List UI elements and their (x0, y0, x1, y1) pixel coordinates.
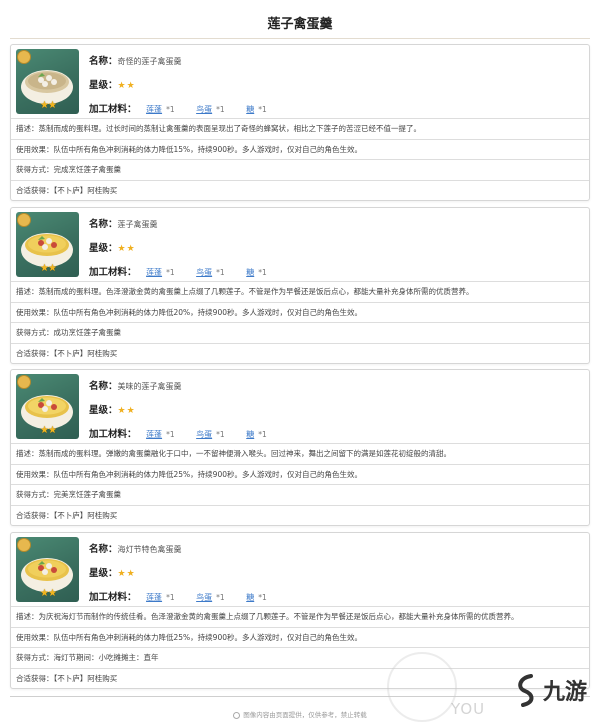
footer-notice: 图像内容由页面提供，仅供参考，禁止转载 (0, 709, 600, 719)
recipe-card: ★★ 名称：海灯节特色禽蛋羹 星级：★★ 加工材料： 莲蓬 *1 鸟蛋 *1 糖 *1… (10, 532, 590, 689)
material-qty: *1 (258, 268, 267, 277)
thumbnail-stars: ★★ (40, 425, 57, 436)
recipe-obtain-method: 获得方式：海灯节期间：小吃摊摊主：直年 (11, 647, 589, 668)
materials-label: 加工材料： (89, 592, 137, 603)
material-link-sugar[interactable]: 糖 (246, 105, 254, 114)
recipe-description: 描述：为庆祝海灯节而制作的传统佳肴。色泽澄澈金黄的禽蛋羹上点缀了几颗莲子。不管是… (11, 606, 589, 627)
material-link-lotus[interactable]: 莲蓬 (146, 430, 162, 439)
material-link-lotus[interactable]: 莲蓬 (146, 268, 162, 277)
rarity-label: 星级： (89, 405, 118, 416)
recipe-obtain-method: 获得方式：完美烹饪莲子禽蛋羹 (11, 484, 589, 505)
recipe-obtain-method: 获得方式：成功烹饪莲子禽蛋羹 (11, 322, 589, 343)
logo-swirl-icon (518, 674, 534, 707)
rarity-label: 星级： (89, 243, 118, 254)
rarity-label: 星级： (89, 80, 118, 91)
material-qty: *1 (166, 593, 175, 602)
material-link-sugar[interactable]: 糖 (246, 593, 254, 602)
character-badge-icon (17, 50, 31, 64)
star-icon: ★★ (117, 81, 136, 91)
rarity-label: 星级： (89, 568, 118, 579)
recipe-card: ★★ 名称：美味的莲子禽蛋羹 星级：★★ 加工材料： 莲蓬 *1 鸟蛋 *1 糖 *1… (10, 369, 590, 526)
name-label: 名称： (89, 544, 118, 555)
materials-label: 加工材料： (89, 104, 137, 115)
site-logo[interactable]: 九游 (513, 672, 597, 712)
recipe-vendor: 合适获得：【不卜庐】阿桂购买 (11, 342, 589, 364)
name-label: 名称： (89, 381, 118, 392)
dish-thumbnail: ★★ (16, 212, 79, 277)
star-icon: ★★ (117, 406, 136, 416)
recipe-effect: 使用效果：队伍中所有角色冲刺消耗的体力降低15%，持续900秒。多人游戏时，仅对… (11, 138, 589, 160)
info-icon (233, 711, 241, 719)
material-qty: *1 (166, 430, 175, 439)
star-icon: ★★ (117, 244, 136, 254)
recipe-description: 描述：蒸制而成的蛋料理。过长时间的蒸制让禽蛋羹的表面呈现出了奇怪的蜂窝状，相比之… (11, 118, 589, 139)
dish-thumbnail: ★★ (16, 374, 79, 439)
recipe-card: ★★ 名称：莲子禽蛋羹 星级：★★ 加工材料： 莲蓬 *1 鸟蛋 *1 糖 *1 描述… (10, 207, 590, 364)
recipe-card: ★★ 名称：奇怪的莲子禽蛋羹 星级：★★ 加工材料： 莲蓬 *1 鸟蛋 *1 糖 *1… (10, 44, 590, 201)
material-link-egg[interactable]: 鸟蛋 (196, 105, 212, 114)
materials-label: 加工材料： (89, 429, 137, 440)
name-label: 名称： (89, 219, 118, 230)
character-badge-icon (17, 213, 31, 227)
recipe-vendor: 合适获得：【不卜庐】阿桂购买 (11, 667, 589, 689)
recipe-effect: 使用效果：队伍中所有角色冲刺消耗的体力降低25%，持续900秒。多人游戏时，仅对… (11, 626, 589, 648)
material-qty: *1 (258, 430, 267, 439)
material-qty: *1 (166, 105, 175, 114)
character-badge-icon (17, 375, 31, 389)
recipe-description: 描述：蒸制而成的蛋料理。色泽澄澈金黄的禽蛋羹上点缀了几颗莲子。不管是作为早餐还是… (11, 281, 589, 302)
thumbnail-stars: ★★ (40, 100, 57, 111)
title-divider (10, 38, 590, 39)
logo-text: 九游 (543, 680, 588, 705)
recipe-obtain-method: 获得方式：完成烹饪莲子禽蛋羹 (11, 159, 589, 180)
footer-text: 图像内容由页面提供，仅供参考，禁止转载 (243, 711, 367, 719)
dish-thumbnail: ★★ (16, 49, 79, 114)
recipe-name: 奇怪的莲子禽蛋羹 (117, 57, 182, 66)
material-qty: *1 (258, 105, 267, 114)
material-link-sugar[interactable]: 糖 (246, 268, 254, 277)
thumbnail-stars: ★★ (40, 588, 57, 599)
page-title: 莲子禽蛋羹 (267, 17, 333, 32)
material-link-egg[interactable]: 鸟蛋 (196, 430, 212, 439)
material-qty: *1 (216, 593, 225, 602)
character-badge-icon (17, 538, 31, 552)
material-qty: *1 (216, 105, 225, 114)
recipe-name: 美味的莲子禽蛋羹 (117, 382, 182, 391)
recipe-name: 莲子禽蛋羹 (117, 220, 158, 229)
material-link-egg[interactable]: 鸟蛋 (196, 593, 212, 602)
material-qty: *1 (258, 593, 267, 602)
recipe-vendor: 合适获得：【不卜庐】阿桂购买 (11, 504, 589, 526)
material-link-lotus[interactable]: 莲蓬 (146, 593, 162, 602)
materials-label: 加工材料： (89, 267, 137, 278)
thumbnail-stars: ★★ (40, 263, 57, 274)
recipe-vendor: 合适获得：【不卜庐】阿桂购买 (11, 179, 589, 201)
star-icon: ★★ (117, 569, 136, 579)
recipe-effect: 使用效果：队伍中所有角色冲刺消耗的体力降低20%，持续900秒。多人游戏时，仅对… (11, 301, 589, 323)
material-link-sugar[interactable]: 糖 (246, 430, 254, 439)
material-link-lotus[interactable]: 莲蓬 (146, 105, 162, 114)
recipe-name: 海灯节特色禽蛋羹 (117, 545, 182, 554)
material-qty: *1 (166, 268, 175, 277)
recipe-effect: 使用效果：队伍中所有角色冲刺消耗的体力降低25%，持续900秒。多人游戏时，仅对… (11, 463, 589, 485)
footer-divider (10, 696, 590, 697)
material-qty: *1 (216, 430, 225, 439)
name-label: 名称： (89, 56, 118, 67)
material-link-egg[interactable]: 鸟蛋 (196, 268, 212, 277)
recipe-description: 描述：蒸制而成的蛋料理。弹嫩的禽蛋羹融化于口中，一不留神便滑入喉头。回过神来，舞… (11, 443, 589, 464)
dish-thumbnail: ★★ (16, 537, 79, 602)
material-qty: *1 (216, 268, 225, 277)
